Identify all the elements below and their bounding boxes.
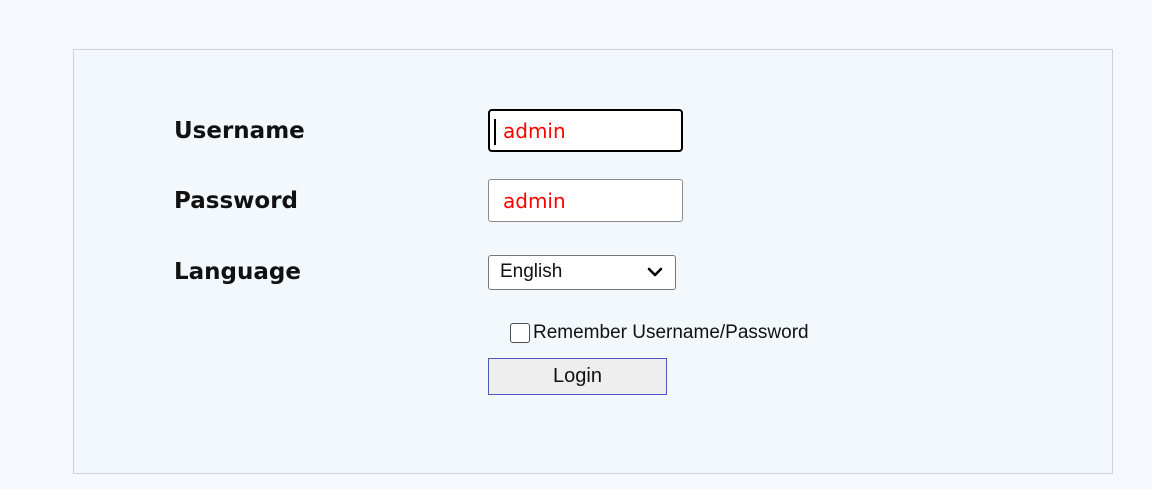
password-input[interactable] xyxy=(488,179,683,222)
remember-option[interactable]: Remember Username/Password xyxy=(510,319,809,347)
password-label: Password xyxy=(174,188,298,214)
login-button[interactable]: Login xyxy=(488,358,667,395)
remember-label: Remember Username/Password xyxy=(533,322,809,343)
language-label: Language xyxy=(174,259,301,285)
chevron-down-icon xyxy=(647,267,663,277)
language-selected-value: English xyxy=(500,261,563,282)
language-select[interactable]: English xyxy=(488,255,676,290)
remember-checkbox[interactable] xyxy=(510,323,530,343)
login-panel: Username Password Language English Remem… xyxy=(73,49,1113,474)
username-input[interactable] xyxy=(488,109,683,152)
username-label: Username xyxy=(174,118,305,144)
text-cursor xyxy=(494,119,496,145)
